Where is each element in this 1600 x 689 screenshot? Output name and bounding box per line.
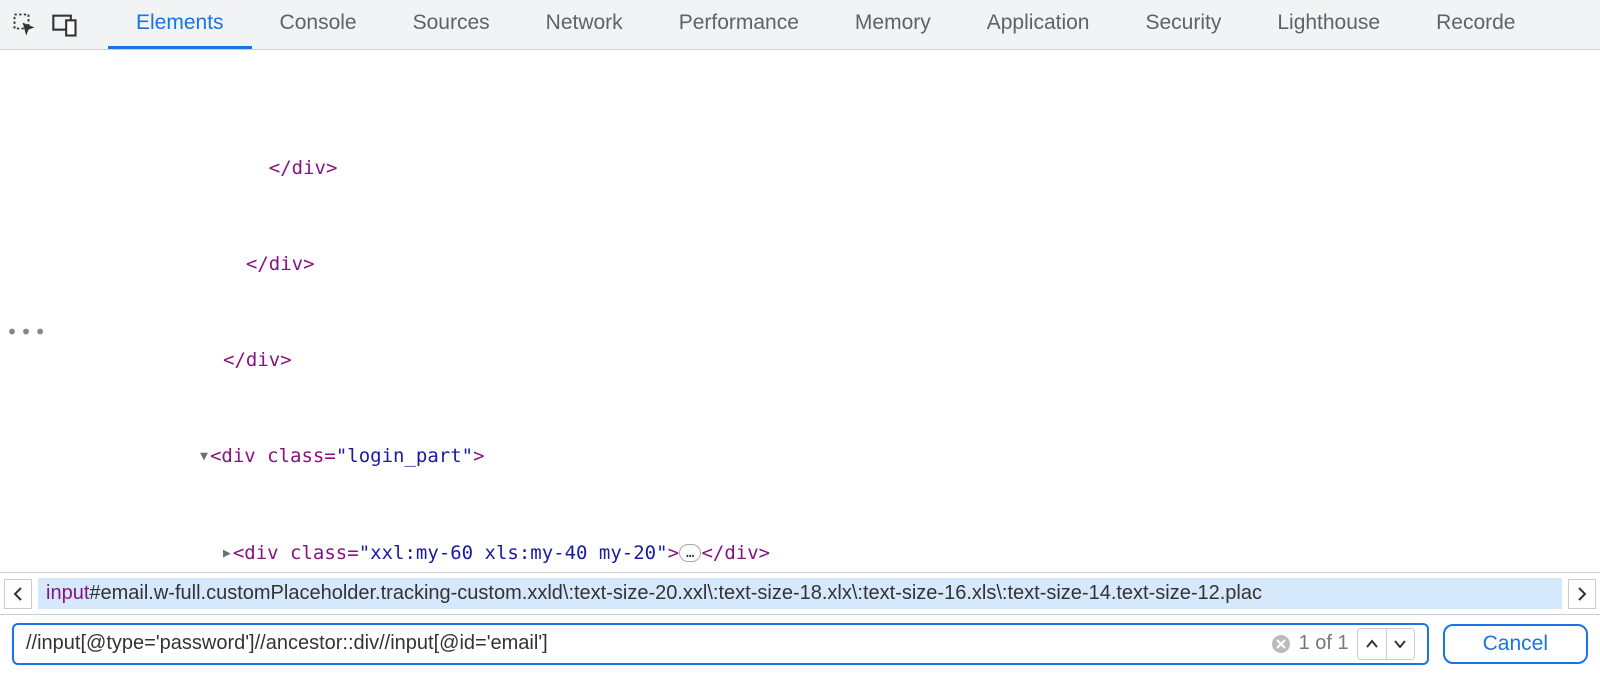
dom-node[interactable]: </div> — [246, 253, 315, 275]
dom-node[interactable]: <div class= — [210, 445, 336, 467]
panel-tabs: Elements Console Sources Network Perform… — [108, 0, 1544, 49]
tab-console[interactable]: Console — [252, 0, 385, 49]
search-bar: 1 of 1 Cancel — [0, 614, 1600, 672]
tab-lighthouse[interactable]: Lighthouse — [1249, 0, 1408, 49]
dom-node[interactable]: </div> — [269, 157, 338, 179]
tab-memory[interactable]: Memory — [827, 0, 959, 49]
tab-sources[interactable]: Sources — [385, 0, 518, 49]
breadcrumb-bar: input#email.w-full.customPlaceholder.tra… — [0, 572, 1600, 614]
dom-node[interactable]: <div class= — [233, 542, 359, 564]
devtools-toolbar: Elements Console Sources Network Perform… — [0, 0, 1600, 50]
tab-performance[interactable]: Performance — [651, 0, 827, 49]
dom-tree[interactable]: ••• </div> </div> </div> <div class="log… — [0, 50, 1600, 572]
breadcrumb-left-icon[interactable] — [4, 579, 32, 609]
search-count: 1 of 1 — [1299, 632, 1349, 655]
inspect-element-icon[interactable] — [8, 8, 42, 42]
breadcrumb-path[interactable]: input#email.w-full.customPlaceholder.tra… — [38, 578, 1562, 609]
search-input-container: 1 of 1 — [12, 623, 1429, 665]
clear-search-icon[interactable] — [1271, 634, 1291, 654]
tab-security[interactable]: Security — [1117, 0, 1249, 49]
ellipsis-icon[interactable]: ••• — [6, 316, 48, 348]
tab-network[interactable]: Network — [518, 0, 651, 49]
tab-recorder[interactable]: Recorde — [1408, 0, 1543, 49]
expand-toggle[interactable] — [223, 538, 231, 570]
search-next-icon[interactable] — [1386, 629, 1414, 659]
expand-toggle[interactable] — [200, 441, 208, 473]
tab-elements[interactable]: Elements — [108, 0, 252, 49]
cancel-button[interactable]: Cancel — [1443, 624, 1588, 664]
search-nav — [1357, 628, 1415, 660]
dom-node[interactable]: </div> — [223, 349, 292, 371]
search-prev-icon[interactable] — [1358, 629, 1386, 659]
device-toolbar-icon[interactable] — [48, 8, 82, 42]
tab-application[interactable]: Application — [959, 0, 1118, 49]
breadcrumb-right-icon[interactable] — [1568, 579, 1596, 609]
search-input[interactable] — [26, 632, 1271, 655]
collapsed-ellipsis[interactable]: … — [679, 544, 701, 562]
